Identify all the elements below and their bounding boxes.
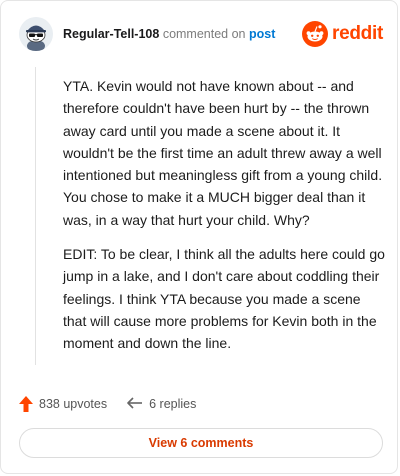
view-comments-button[interactable]: View 6 comments (19, 428, 383, 458)
thread-line[interactable] (35, 67, 36, 365)
reddit-logo[interactable]: reddit (302, 19, 383, 49)
replies-button[interactable]: 6 replies (127, 397, 196, 411)
comment-verb: commented on (162, 27, 246, 41)
upvote-arrow-icon (19, 396, 33, 412)
comment-actions: 838 upvotes 6 replies (19, 393, 216, 415)
upvote-button[interactable]: 838 upvotes (19, 396, 107, 412)
reddit-logo-icon (302, 21, 329, 47)
comment-paragraph: EDIT: To be clear, I think all the adult… (63, 246, 385, 352)
comment-meta: Regular-Tell-108 commented on post (63, 27, 275, 41)
username-link[interactable]: Regular-Tell-108 (63, 27, 159, 41)
comment-card: Regular-Tell-108 commented on post reddi… (0, 0, 398, 474)
comment-header: Regular-Tell-108 commented on post reddi… (19, 17, 383, 53)
upvote-count: 838 upvotes (39, 397, 108, 411)
post-link[interactable]: post (249, 27, 275, 41)
comment-body: YTA. Kevin would not have known about --… (63, 75, 387, 367)
snoo-avatar-icon[interactable] (19, 17, 53, 51)
reply-count: 6 replies (149, 397, 197, 411)
reddit-wordmark: reddit (332, 23, 383, 44)
comment-paragraph: YTA. Kevin would not have known about --… (63, 78, 383, 228)
reply-arrow-icon (127, 397, 143, 409)
